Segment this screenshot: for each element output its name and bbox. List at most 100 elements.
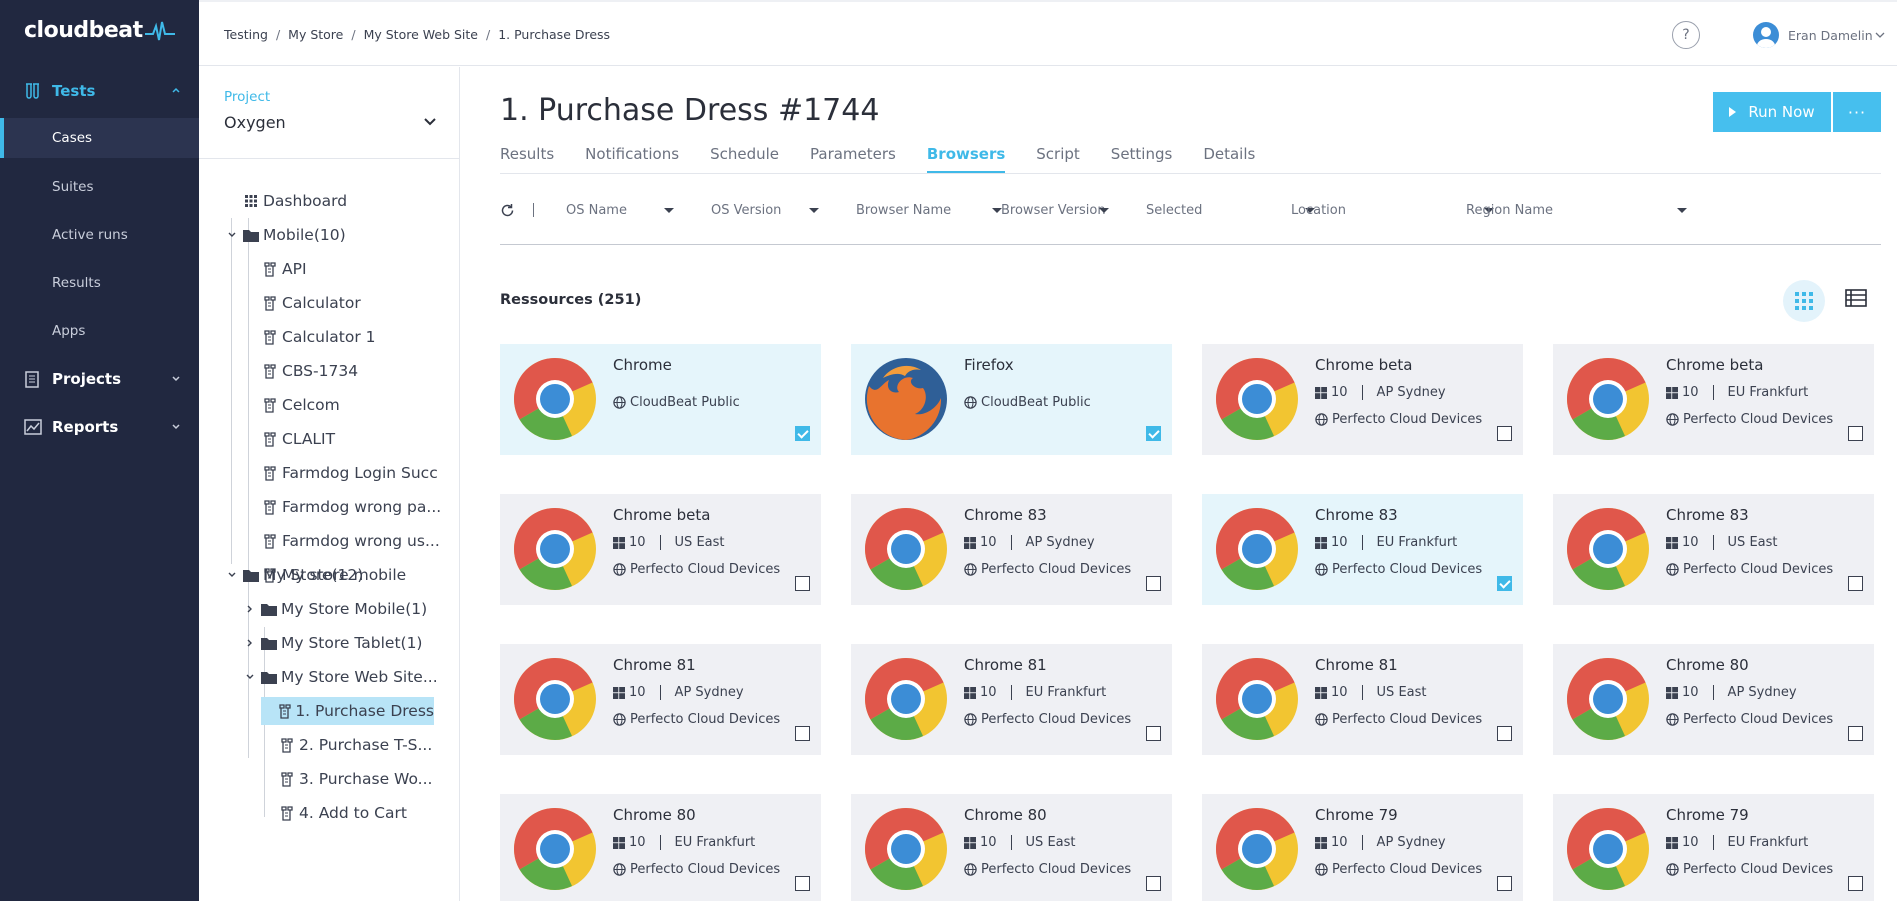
resource-card[interactable]: Chrome 83 10 EU Frankfurt Perfecto Cloud De… [1202, 494, 1523, 605]
tree-item-case[interactable]: Celcom [262, 391, 340, 419]
select-checkbox[interactable] [1497, 876, 1512, 891]
select-checkbox[interactable] [1146, 876, 1161, 891]
resource-card[interactable]: Chrome CloudBeat Public [500, 344, 821, 455]
project-selector[interactable]: Project Oxygen [199, 67, 459, 159]
browser-logo [1565, 656, 1651, 742]
select-checkbox[interactable] [795, 426, 810, 441]
tree-folder-mobile[interactable]: Mobile(10) [224, 221, 346, 249]
tab-browsers[interactable]: Browsers [926, 145, 1006, 173]
chevron-down-icon[interactable] [224, 570, 240, 580]
chevron-right-icon[interactable] [242, 638, 258, 648]
nav-section-reports[interactable]: Reports [0, 407, 199, 447]
select-checkbox[interactable] [1146, 426, 1161, 441]
tree-item-case[interactable]: API [262, 255, 307, 283]
resource-card[interactable]: Chrome beta 10 AP Sydney Perfecto Cloud Dev… [1202, 344, 1523, 455]
resource-card[interactable]: Chrome 81 10 US East Perfecto Cloud Devices [1202, 644, 1523, 755]
tab-details[interactable]: Details [1203, 145, 1255, 173]
nav-section-projects[interactable]: Projects [0, 359, 199, 399]
chevron-down-icon[interactable] [242, 672, 258, 682]
tree-item-case[interactable]: Farmdog Login Succ [262, 459, 438, 487]
tree-folder-my-store[interactable]: My Store(12) [224, 561, 363, 589]
resource-card[interactable]: Chrome 79 10 EU Frankfurt Perfecto Cloud De… [1553, 794, 1874, 901]
select-checkbox[interactable] [1848, 876, 1863, 891]
tab-notifications[interactable]: Notifications [585, 145, 679, 173]
tree-item-case[interactable]: 4. Add to Cart [261, 799, 407, 827]
folder-icon [243, 569, 259, 582]
select-checkbox[interactable] [1497, 726, 1512, 741]
tree-item-case[interactable]: CLALIT [262, 425, 335, 453]
chrome-logo-icon [1216, 658, 1298, 740]
tree-folder-my-store-tablet[interactable]: My Store Tablet(1) [242, 629, 422, 657]
tree-item-case[interactable]: Farmdog wrong us... [262, 527, 440, 555]
test-case-icon [279, 771, 295, 787]
nav-section-label: Projects [52, 370, 122, 388]
nav-item-suites[interactable]: Suites [0, 167, 199, 207]
resource-card[interactable]: Chrome 81 10 EU Frankfurt Perfecto Cloud De… [851, 644, 1172, 755]
nav-item-active-runs[interactable]: Active runs [0, 215, 199, 255]
resource-card[interactable]: Chrome 83 10 US East Perfecto Cloud Devices [1553, 494, 1874, 605]
user-menu[interactable]: Eran Damelin [1753, 22, 1885, 48]
resource-card[interactable]: Chrome 83 10 AP Sydney Perfecto Cloud Devic… [851, 494, 1172, 605]
nav-item-results[interactable]: Results [0, 263, 199, 303]
tab-script[interactable]: Script [1036, 145, 1080, 173]
tab-settings[interactable]: Settings [1111, 145, 1173, 173]
chevron-right-icon[interactable] [242, 604, 258, 614]
more-options-button[interactable]: ··· [1833, 92, 1881, 132]
resource-card[interactable]: Chrome beta 10 US East Perfecto Cloud Devic… [500, 494, 821, 605]
tab-results[interactable]: Results [500, 145, 554, 173]
breadcrumb-item[interactable]: My Store Web Site [364, 27, 478, 42]
help-button[interactable]: ? [1672, 21, 1700, 49]
nav-section-tests[interactable]: Tests [0, 71, 199, 111]
select-checkbox[interactable] [795, 726, 810, 741]
refresh-icon[interactable] [500, 203, 515, 222]
resource-card[interactable]: Chrome 81 10 AP Sydney Perfecto Cloud Devic… [500, 644, 821, 755]
filter-os-version[interactable]: OS Version [711, 203, 821, 218]
select-checkbox[interactable] [1848, 426, 1863, 441]
resource-card[interactable]: Chrome 80 10 US East Perfecto Cloud Devices [851, 794, 1172, 901]
os-region-row: 10 AP Sydney [1315, 385, 1446, 400]
os-version: 10 [1331, 535, 1348, 550]
region: EU Frankfurt [1727, 385, 1809, 400]
filter-browser-version[interactable]: Browser Version [1001, 203, 1111, 218]
tree-folder-my-store-web[interactable]: My Store Web Site... [242, 663, 438, 691]
nav-item-cases[interactable]: Cases [0, 118, 199, 158]
os-region-row: 10 US East [964, 835, 1076, 850]
resource-card[interactable]: Chrome 80 10 AP Sydney Perfecto Cloud Devic… [1553, 644, 1874, 755]
tree-item-case[interactable]: Calculator [262, 289, 361, 317]
tree-item-case[interactable]: CBS-1734 [262, 357, 358, 385]
list-view-button[interactable] [1845, 289, 1867, 311]
tree-item-dashboard[interactable]: Dashboard [243, 187, 347, 215]
breadcrumb-item[interactable]: My Store [288, 27, 343, 42]
select-checkbox[interactable] [1146, 726, 1161, 741]
grid-view-button[interactable] [1783, 280, 1825, 322]
tree-item-case[interactable]: Calculator 1 [262, 323, 376, 351]
tree-item-case-selected[interactable]: 1. Purchase Dress [261, 697, 434, 725]
nav-item-apps[interactable]: Apps [0, 311, 199, 351]
select-checkbox[interactable] [795, 576, 810, 591]
select-checkbox[interactable] [1848, 576, 1863, 591]
filter-browser-name[interactable]: Browser Name [856, 203, 1004, 218]
tree-folder-my-store-mobile[interactable]: My Store Mobile(1) [242, 595, 427, 623]
tab-parameters[interactable]: Parameters [810, 145, 896, 173]
cloudbeat-logo[interactable]: cloudbeat [24, 18, 175, 43]
select-checkbox[interactable] [795, 876, 810, 891]
resource-card[interactable]: Chrome beta 10 EU Frankfurt Perfecto Cloud … [1553, 344, 1874, 455]
select-checkbox[interactable] [1497, 576, 1512, 591]
resource-card[interactable]: Firefox CloudBeat Public [851, 344, 1172, 455]
tree-item-case[interactable]: Farmdog wrong pa... [262, 493, 441, 521]
select-checkbox[interactable] [1497, 426, 1512, 441]
resource-card[interactable]: Chrome 80 10 EU Frankfurt Perfecto Cloud De… [500, 794, 821, 901]
filter-region-name[interactable]: Region Name [1466, 203, 1689, 218]
select-checkbox[interactable] [1848, 726, 1863, 741]
resource-card[interactable]: Chrome 79 10 AP Sydney Perfecto Cloud Devic… [1202, 794, 1523, 901]
tab-schedule[interactable]: Schedule [710, 145, 779, 173]
breadcrumb-item[interactable]: Testing [224, 27, 268, 42]
run-now-button[interactable]: Run Now [1713, 92, 1831, 132]
chevron-down-icon[interactable] [224, 230, 240, 240]
browser-logo [512, 506, 598, 592]
browser-name: Chrome beta [1666, 356, 1764, 374]
tree-item-case[interactable]: 2. Purchase T-S... [261, 731, 432, 759]
filter-os-name[interactable]: OS Name [566, 203, 676, 218]
select-checkbox[interactable] [1146, 576, 1161, 591]
tree-item-case[interactable]: 3. Purchase Wo... [261, 765, 432, 793]
